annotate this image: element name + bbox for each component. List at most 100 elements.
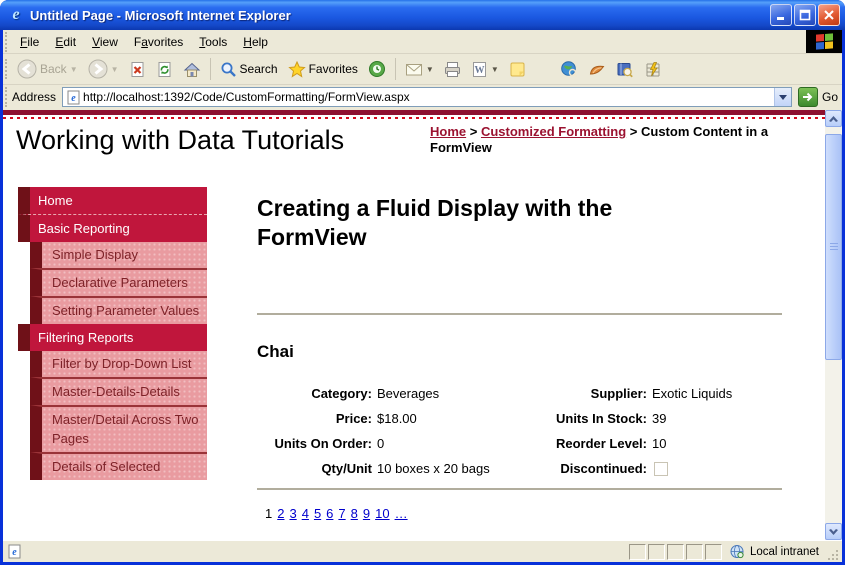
menu-favorites[interactable]: Favorites <box>126 32 191 52</box>
history-clock-icon <box>368 60 386 78</box>
sidebar-item-simple-display[interactable]: Simple Display <box>30 242 207 268</box>
security-zone-label: Local intranet <box>750 546 819 558</box>
research-button[interactable] <box>555 57 583 81</box>
search-button[interactable]: Search <box>215 58 283 81</box>
back-dropdown-icon[interactable]: ▼ <box>70 65 78 74</box>
go-arrow-icon <box>802 92 814 102</box>
horizontal-rule <box>257 313 782 315</box>
pager-link[interactable]: 9 <box>363 506 370 521</box>
notes-icon <box>509 61 526 78</box>
breadcrumb-separator: > <box>470 124 478 139</box>
address-dropdown-button[interactable] <box>774 88 791 106</box>
address-bar: Address e Go <box>3 85 842 110</box>
breadcrumb-separator: > <box>630 124 638 139</box>
menu-edit[interactable]: Edit <box>47 32 84 52</box>
mail-button[interactable]: ▼ <box>400 59 439 80</box>
menu-file[interactable]: File <box>12 32 47 52</box>
product-details-table: Category: Beverages Supplier: Exotic Liq… <box>257 381 782 481</box>
menubar-grip[interactable] <box>5 32 8 52</box>
minimize-icon <box>775 9 787 21</box>
window-controls <box>770 4 840 26</box>
mail-envelope-icon <box>405 62 423 77</box>
address-input[interactable] <box>81 89 774 105</box>
scrollbar-grip <box>830 243 838 251</box>
svg-text:W: W <box>474 65 484 76</box>
ie-icon: e <box>7 6 25 24</box>
mail-dropdown-icon[interactable]: ▼ <box>426 65 434 74</box>
book-search-button[interactable] <box>611 58 639 81</box>
pager-link[interactable]: 7 <box>338 506 345 521</box>
pager-link[interactable]: 10 <box>375 506 389 521</box>
refresh-button[interactable] <box>151 58 178 81</box>
product-name: Chai <box>257 342 782 362</box>
scroll-down-button[interactable] <box>825 523 842 540</box>
vertical-scrollbar[interactable] <box>825 110 842 540</box>
close-button[interactable] <box>818 4 840 26</box>
sidebar-item-master-detail-two-pages[interactable]: Master/Detail Across Two Pages <box>30 405 207 452</box>
sidebar-item-details-of-selected[interactable]: Details of Selected <box>30 452 207 480</box>
notes-button[interactable] <box>504 58 531 81</box>
history-button[interactable] <box>363 57 391 81</box>
go-label[interactable]: Go <box>822 90 838 104</box>
word-icon: W <box>471 61 488 78</box>
pager-current-page: 1 <box>265 506 272 521</box>
addressbar-grip[interactable] <box>5 87 8 107</box>
forward-arrow-icon <box>88 59 108 79</box>
refresh-icon <box>156 61 173 78</box>
field-value: 10 boxes x 20 bags <box>377 456 542 481</box>
chevron-down-icon <box>779 95 787 100</box>
pager-link[interactable]: 3 <box>289 506 296 521</box>
pager-link[interactable]: 2 <box>277 506 284 521</box>
sidebar-item-basic-reporting[interactable]: Basic Reporting <box>18 214 207 242</box>
pager-link[interactable]: 6 <box>326 506 333 521</box>
scrollbar-thumb[interactable] <box>825 134 842 360</box>
discontinued-checkbox[interactable] <box>654 462 668 476</box>
main-content: Creating a Fluid Display with the FormVi… <box>257 186 782 521</box>
favorites-button[interactable]: Favorites <box>283 58 363 81</box>
menu-help[interactable]: Help <box>235 32 276 52</box>
breadcrumb-section-link[interactable]: Customized Formatting <box>481 124 626 139</box>
scroll-up-button[interactable] <box>825 110 842 127</box>
edit-with-word-button[interactable]: W ▼ <box>466 58 504 81</box>
field-value: 39 <box>652 406 782 431</box>
forward-button[interactable]: ▼ <box>83 56 124 82</box>
sidebar-item-declarative-parameters[interactable]: Declarative Parameters <box>30 268 207 296</box>
field-label: Units On Order: <box>257 431 372 456</box>
breadcrumb-home-link[interactable]: Home <box>430 124 466 139</box>
menu-view[interactable]: View <box>84 32 126 52</box>
local-intranet-globe-icon <box>730 544 745 559</box>
edit-dropdown-icon[interactable]: ▼ <box>491 65 499 74</box>
quick-links-button[interactable] <box>639 58 667 81</box>
field-value: 10 <box>652 431 782 456</box>
print-button[interactable] <box>439 58 466 81</box>
sidebar-item-setting-parameter-values[interactable]: Setting Parameter Values <box>30 296 207 324</box>
maximize-button[interactable] <box>794 4 816 26</box>
forward-dropdown-icon[interactable]: ▼ <box>111 65 119 74</box>
messenger-button[interactable] <box>583 58 611 81</box>
close-icon <box>823 9 835 21</box>
back-button[interactable]: Back ▼ <box>12 56 83 82</box>
minimize-button[interactable] <box>770 4 792 26</box>
pager-link-ellipsis[interactable]: … <box>395 506 408 521</box>
sidebar-item-filtering-reports[interactable]: Filtering Reports <box>18 324 207 351</box>
sidebar-item-master-details-details[interactable]: Master-Details-Details <box>30 377 207 405</box>
book-search-icon <box>616 61 634 78</box>
pager-link[interactable]: 8 <box>351 506 358 521</box>
stop-button[interactable] <box>124 58 151 81</box>
home-button[interactable] <box>178 58 206 81</box>
resize-grip[interactable] <box>827 549 840 562</box>
stop-icon <box>129 61 146 78</box>
menu-tools[interactable]: Tools <box>191 32 235 52</box>
pager-link[interactable]: 4 <box>302 506 309 521</box>
pager-link[interactable]: 5 <box>314 506 321 521</box>
go-button[interactable] <box>798 87 818 107</box>
toolbar-grip[interactable] <box>5 59 8 79</box>
red-dashed-divider <box>3 117 842 119</box>
field-label: Supplier: <box>547 381 647 406</box>
sidebar-item-filter-by-dropdown-list[interactable]: Filter by Drop-Down List <box>30 351 207 377</box>
field-label: Category: <box>257 381 372 406</box>
page-viewport: Working with Data Tutorials Home > Custo… <box>3 110 842 540</box>
title-bar: e Untitled Page - Microsoft Internet Exp… <box>0 0 845 30</box>
sidebar-item-home[interactable]: Home <box>18 187 207 214</box>
status-segments <box>627 544 722 560</box>
